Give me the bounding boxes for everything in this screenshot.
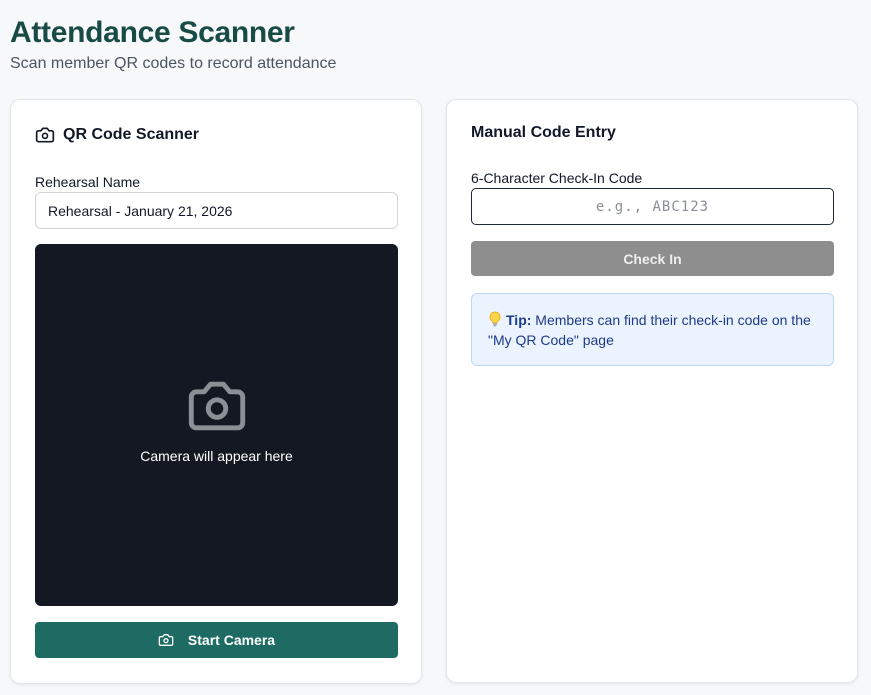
tip-label: Tip: xyxy=(506,312,532,328)
camera-placeholder-text: Camera will appear here xyxy=(140,448,293,464)
rehearsal-name-label: Rehearsal Name xyxy=(35,174,141,190)
qr-scanner-card: QR Code Scanner Rehearsal Name Rehearsal… xyxy=(10,99,422,684)
attendance-scanner-page: Attendance Scanner Scan member QR codes … xyxy=(0,0,871,695)
camera-icon xyxy=(158,632,174,648)
tip-text: Members can find their check-in code on … xyxy=(488,312,811,348)
rehearsal-name-input[interactable]: Rehearsal - January 21, 2026 xyxy=(35,192,398,229)
camera-viewport: Camera will appear here xyxy=(35,244,398,606)
qr-scanner-header: QR Code Scanner xyxy=(35,124,199,146)
page-title: Attendance Scanner xyxy=(10,16,295,49)
manual-entry-card: Manual Code Entry 6-Character Check-In C… xyxy=(446,99,858,683)
start-camera-label: Start Camera xyxy=(187,632,276,648)
camera-placeholder-icon xyxy=(186,379,248,433)
page-subtitle: Scan member QR codes to record attendanc… xyxy=(10,55,337,72)
checkin-code-label: 6-Character Check-In Code xyxy=(471,170,643,186)
qr-scanner-title: QR Code Scanner xyxy=(63,126,200,143)
manual-entry-header: Manual Code Entry xyxy=(471,122,616,144)
camera-icon xyxy=(35,125,55,145)
tip-box: Tip: Members can find their check-in cod… xyxy=(471,293,834,366)
checkin-code-input[interactable] xyxy=(471,188,834,225)
check-in-button[interactable]: Check In xyxy=(471,241,834,276)
lightbulb-icon xyxy=(488,311,502,327)
start-camera-button[interactable]: Start Camera xyxy=(35,622,398,658)
manual-entry-title: Manual Code Entry xyxy=(471,124,616,141)
